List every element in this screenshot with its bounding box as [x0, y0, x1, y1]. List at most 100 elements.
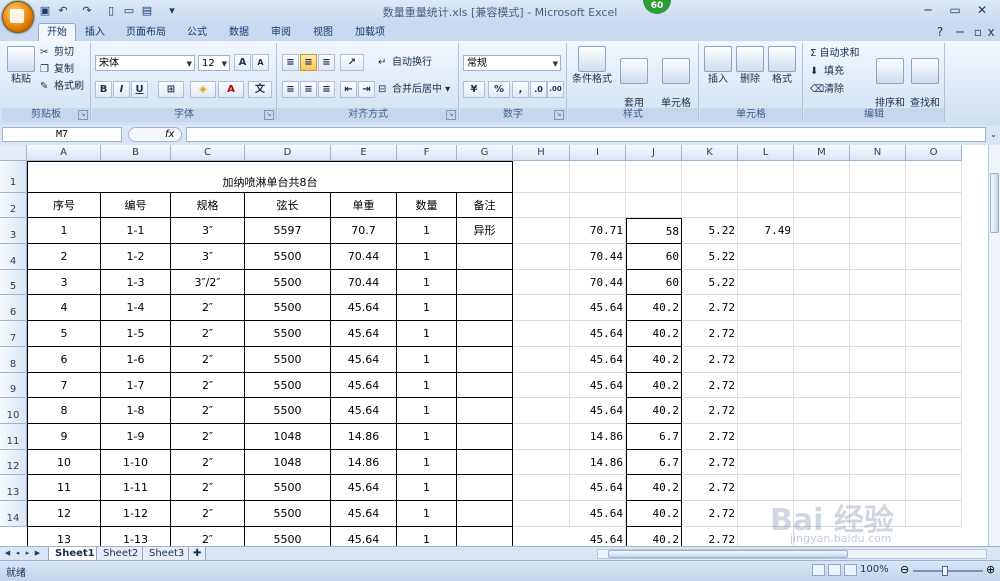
orientation-button[interactable]: ↗ — [340, 54, 364, 71]
empty-cell[interactable] — [906, 450, 962, 475]
align-center-button[interactable]: ≡ — [300, 81, 317, 98]
row-header[interactable]: 6 — [0, 295, 27, 321]
shrink-font-button[interactable]: A — [252, 54, 269, 71]
prev-sheet-icon[interactable]: ◂ — [13, 548, 22, 559]
row-header[interactable]: 4 — [0, 244, 27, 270]
table-cell[interactable]: 1 — [397, 218, 457, 244]
tab-page-layout[interactable]: 页面布局 — [118, 24, 174, 41]
percent-button[interactable]: % — [488, 81, 510, 98]
table-cell[interactable]: 5500 — [245, 527, 331, 546]
side-value-cell[interactable]: 14.86 — [570, 450, 626, 475]
side-value-cell[interactable] — [738, 244, 794, 270]
table-cell[interactable] — [457, 475, 513, 501]
column-header[interactable]: M — [794, 145, 850, 161]
zoom-in-icon[interactable]: ⊕ — [986, 563, 995, 576]
empty-cell[interactable] — [513, 475, 570, 501]
empty-cell[interactable] — [794, 398, 850, 424]
empty-cell[interactable] — [906, 501, 962, 527]
side-value-cell[interactable]: 2.72 — [682, 347, 738, 373]
column-header[interactable]: O — [906, 145, 962, 161]
table-cell[interactable]: 11 — [27, 475, 101, 501]
fill-button[interactable]: ⬇ 填充 — [810, 65, 844, 78]
table-cell[interactable]: 13 — [27, 527, 101, 546]
italic-button[interactable]: I — [113, 81, 130, 98]
table-cell[interactable]: 45.64 — [331, 527, 397, 546]
side-value-cell[interactable]: 45.64 — [570, 295, 626, 321]
side-value-cell[interactable] — [738, 398, 794, 424]
table-cell[interactable]: 1 — [397, 295, 457, 321]
column-header[interactable]: H — [513, 145, 570, 161]
vertical-scroll-thumb[interactable] — [990, 173, 999, 233]
doc-minimize-icon[interactable]: ─ — [950, 25, 970, 39]
table-cell[interactable]: 45.64 — [331, 295, 397, 321]
table-cell[interactable]: 2″ — [171, 398, 245, 424]
side-value-cell[interactable]: 60 — [626, 244, 682, 270]
empty-cell[interactable] — [570, 161, 626, 193]
zoom-slider-knob[interactable] — [942, 566, 948, 576]
side-value-cell[interactable]: 45.64 — [570, 373, 626, 398]
empty-cell[interactable] — [626, 161, 682, 193]
side-value-cell[interactable]: 70.44 — [570, 244, 626, 270]
empty-cell[interactable] — [738, 161, 794, 193]
table-cell[interactable]: 2 — [27, 244, 101, 270]
column-header[interactable]: D — [245, 145, 331, 161]
table-cell[interactable] — [457, 373, 513, 398]
align-bottom-button[interactable]: ≡ — [318, 54, 335, 71]
copy-button[interactable]: ❐ 复制 — [40, 63, 74, 76]
row-header[interactable]: 5 — [0, 270, 27, 295]
format-painter-button[interactable]: ✎ 格式刷 — [40, 80, 84, 93]
close-icon[interactable]: ✕ — [972, 3, 992, 17]
side-value-cell[interactable]: 6.7 — [626, 450, 682, 475]
column-header[interactable]: K — [682, 145, 738, 161]
table-cell[interactable]: 70.7 — [331, 218, 397, 244]
alignment-launcher-icon[interactable]: ↘ — [446, 110, 456, 120]
side-value-cell[interactable]: 40.2 — [626, 475, 682, 501]
row-header[interactable]: 12 — [0, 450, 27, 475]
empty-cell[interactable] — [906, 193, 962, 218]
sheet-tab-3[interactable]: Sheet3 — [142, 547, 192, 561]
empty-cell[interactable] — [513, 270, 570, 295]
minimize-icon[interactable]: ─ — [918, 3, 938, 17]
select-all-corner[interactable] — [0, 145, 27, 161]
column-header[interactable]: I — [570, 145, 626, 161]
empty-cell[interactable] — [906, 161, 962, 193]
side-value-cell[interactable]: 45.64 — [570, 321, 626, 347]
table-cell[interactable]: 1 — [397, 244, 457, 270]
merge-center-button[interactable]: ⊟ 合并后居中 ▾ — [378, 83, 450, 96]
table-cell[interactable] — [457, 527, 513, 546]
table-cell[interactable] — [457, 321, 513, 347]
empty-cell[interactable] — [850, 450, 906, 475]
row-header[interactable]: 8 — [0, 347, 27, 373]
column-header[interactable]: N — [850, 145, 906, 161]
table-cell[interactable]: 3″ — [171, 218, 245, 244]
table-cell[interactable]: 1-7 — [101, 373, 171, 398]
side-value-cell[interactable]: 2.72 — [682, 501, 738, 527]
empty-cell[interactable] — [513, 321, 570, 347]
table-cell[interactable]: 2″ — [171, 295, 245, 321]
horizontal-scroll-thumb[interactable] — [608, 550, 848, 558]
side-value-cell[interactable] — [738, 373, 794, 398]
tab-addins[interactable]: 加载项 — [350, 24, 390, 41]
number-launcher-icon[interactable]: ↘ — [554, 110, 564, 120]
page-break-view-button[interactable] — [844, 564, 857, 576]
formula-input[interactable] — [186, 127, 986, 142]
table-header[interactable]: 数量 — [397, 193, 457, 218]
align-left-button[interactable]: ≡ — [282, 81, 299, 98]
table-cell[interactable]: 45.64 — [331, 347, 397, 373]
table-cell[interactable]: 1-5 — [101, 321, 171, 347]
sheet-tab-2[interactable]: Sheet2 — [96, 547, 146, 561]
column-header[interactable]: A — [27, 145, 101, 161]
side-value-cell[interactable]: 2.72 — [682, 424, 738, 450]
table-cell[interactable]: 6 — [27, 347, 101, 373]
table-cell[interactable]: 1-2 — [101, 244, 171, 270]
font-name-select[interactable]: 宋体 ▼ — [95, 55, 195, 71]
sheet-title[interactable]: 加纳喷淋单台共8台 — [27, 161, 513, 193]
name-box[interactable]: M7 — [2, 127, 122, 142]
zoom-out-icon[interactable]: ⊖ — [900, 563, 909, 576]
side-value-cell[interactable]: 70.71 — [570, 218, 626, 244]
side-value-cell[interactable]: 45.64 — [570, 527, 626, 546]
table-cell[interactable]: 45.64 — [331, 398, 397, 424]
table-cell[interactable] — [457, 501, 513, 527]
column-header[interactable]: E — [331, 145, 397, 161]
next-sheet-icon[interactable]: ▸ — [23, 548, 32, 559]
